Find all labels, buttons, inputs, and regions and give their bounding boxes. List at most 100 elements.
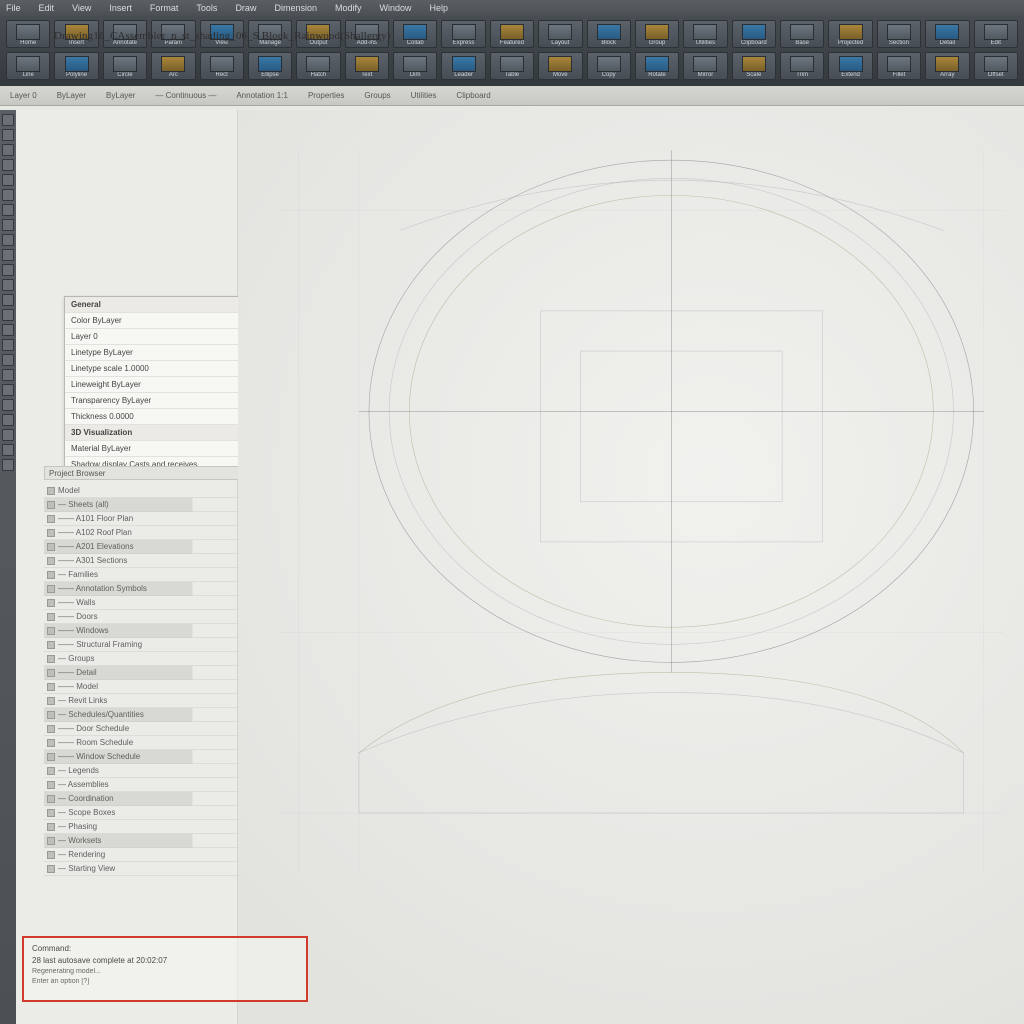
properties-row[interactable]: Lineweight ByLayer xyxy=(65,377,251,393)
opt-lineweight[interactable]: ByLayer xyxy=(106,91,135,100)
browser-node[interactable]: — Groups xyxy=(44,652,256,666)
opt-color[interactable]: ByLayer xyxy=(57,91,86,100)
ribbon-button-section[interactable]: Section xyxy=(877,20,921,48)
menu-file[interactable]: File xyxy=(6,3,21,13)
ribbon-button-utilities[interactable]: Utilities xyxy=(683,20,727,48)
ribbon-button-featured[interactable]: Featured xyxy=(490,20,534,48)
ribbon-button-layout[interactable]: Layout xyxy=(538,20,582,48)
opt-properties[interactable]: Properties xyxy=(308,91,344,100)
browser-node[interactable]: — Revit Links xyxy=(44,694,256,708)
tool-slot-12[interactable] xyxy=(2,294,14,306)
ribbon-button-collab[interactable]: Collab xyxy=(393,20,437,48)
browser-node[interactable]: — Legends xyxy=(44,764,256,778)
browser-node[interactable]: — Schedules/Quantities xyxy=(44,708,256,722)
tool-slot-23[interactable] xyxy=(2,459,14,471)
browser-node[interactable]: — Scope Boxes xyxy=(44,806,256,820)
properties-row[interactable]: Material ByLayer xyxy=(65,441,251,457)
browser-node[interactable]: — Phasing xyxy=(44,820,256,834)
ribbon-button-move[interactable]: Move xyxy=(538,52,582,80)
menu-tools[interactable]: Tools xyxy=(196,3,217,13)
browser-node[interactable]: — Families xyxy=(44,568,256,582)
browser-node[interactable]: —— A101 Floor Plan xyxy=(44,512,256,526)
ribbon-button-array[interactable]: Array xyxy=(925,52,969,80)
menu-view[interactable]: View xyxy=(72,3,91,13)
ribbon-button-hatch[interactable]: Hatch xyxy=(296,52,340,80)
opt-linetype[interactable]: — Continuous — xyxy=(155,91,216,100)
ribbon-button-group[interactable]: Group xyxy=(635,20,679,48)
tool-slot-13[interactable] xyxy=(2,309,14,321)
browser-node[interactable]: —— Room Schedule xyxy=(44,736,256,750)
opt-utilities[interactable]: Utilities xyxy=(411,91,437,100)
ribbon-button-base[interactable]: Base xyxy=(780,20,824,48)
menu-window[interactable]: Window xyxy=(380,3,412,13)
ribbon-button-extend[interactable]: Extend xyxy=(828,52,872,80)
ribbon-button-rotate[interactable]: Rotate xyxy=(635,52,679,80)
browser-node[interactable]: — Worksets xyxy=(44,834,256,848)
ribbon-button-mirror[interactable]: Mirror xyxy=(683,52,727,80)
menu-insert[interactable]: Insert xyxy=(109,3,132,13)
ribbon-button-offset[interactable]: Offset xyxy=(974,52,1018,80)
tool-slot-10[interactable] xyxy=(2,264,14,276)
tool-slot-21[interactable] xyxy=(2,429,14,441)
ribbon-button-text[interactable]: Text xyxy=(345,52,389,80)
ribbon-button-home[interactable]: Home xyxy=(6,20,50,48)
ribbon-button-polyline[interactable]: Polyline xyxy=(54,52,98,80)
tool-slot-7[interactable] xyxy=(2,219,14,231)
ribbon-button-block[interactable]: Block xyxy=(587,20,631,48)
tool-slot-2[interactable] xyxy=(2,144,14,156)
opt-annoscale[interactable]: Annotation 1:1 xyxy=(236,91,288,100)
command-line-panel[interactable]: Command: 28 last autosave complete at 20… xyxy=(22,936,308,1002)
browser-node[interactable]: —— Walls xyxy=(44,596,256,610)
tool-slot-16[interactable] xyxy=(2,354,14,366)
properties-row[interactable]: Color ByLayer xyxy=(65,313,251,329)
browser-node[interactable]: —— Annotation Symbols xyxy=(44,582,256,596)
tool-slot-18[interactable] xyxy=(2,384,14,396)
browser-node[interactable]: —— Window Schedule xyxy=(44,750,256,764)
ribbon-button-line[interactable]: Line xyxy=(6,52,50,80)
browser-node[interactable]: — Rendering xyxy=(44,848,256,862)
tool-slot-20[interactable] xyxy=(2,414,14,426)
browser-node[interactable]: — Sheets (all) xyxy=(44,498,256,512)
browser-node[interactable]: — Coordination xyxy=(44,792,256,806)
ribbon-button-projected[interactable]: Projected xyxy=(828,20,872,48)
ribbon-button-dim[interactable]: Dim xyxy=(393,52,437,80)
ribbon-button-fillet[interactable]: Fillet xyxy=(877,52,921,80)
properties-row[interactable]: Linetype scale 1.0000 xyxy=(65,361,251,377)
ribbon-button-detail[interactable]: Detail xyxy=(925,20,969,48)
menu-format[interactable]: Format xyxy=(150,3,179,13)
browser-node[interactable]: —— Structural Framing xyxy=(44,638,256,652)
tool-slot-14[interactable] xyxy=(2,324,14,336)
tool-slot-4[interactable] xyxy=(2,174,14,186)
project-browser[interactable]: Project Browser Model— Sheets (all)—— A1… xyxy=(44,466,256,934)
ribbon-button-scale[interactable]: Scale xyxy=(732,52,776,80)
properties-row[interactable]: Thickness 0.0000 xyxy=(65,409,251,425)
drawing-canvas[interactable] xyxy=(238,110,1024,1024)
menu-draw[interactable]: Draw xyxy=(235,3,256,13)
ribbon-button-arc[interactable]: Arc xyxy=(151,52,195,80)
menu-edit[interactable]: Edit xyxy=(39,3,55,13)
browser-node[interactable]: — Starting View xyxy=(44,862,256,876)
tool-slot-17[interactable] xyxy=(2,369,14,381)
ribbon-button-table[interactable]: Table xyxy=(490,52,534,80)
ribbon-button-rect[interactable]: Rect xyxy=(200,52,244,80)
tool-slot-0[interactable] xyxy=(2,114,14,126)
browser-node[interactable]: —— A102 Roof Plan xyxy=(44,526,256,540)
browser-node[interactable]: —— A201 Elevations xyxy=(44,540,256,554)
tool-slot-3[interactable] xyxy=(2,159,14,171)
menu-help[interactable]: Help xyxy=(430,3,449,13)
properties-row[interactable]: Layer 0 xyxy=(65,329,251,345)
properties-row[interactable]: Linetype ByLayer xyxy=(65,345,251,361)
project-browser-header[interactable]: Project Browser xyxy=(44,466,256,480)
ribbon-button-edit[interactable]: Edit xyxy=(974,20,1018,48)
opt-groups[interactable]: Groups xyxy=(364,91,390,100)
tool-slot-15[interactable] xyxy=(2,339,14,351)
tool-slot-8[interactable] xyxy=(2,234,14,246)
opt-clipboard[interactable]: Clipboard xyxy=(456,91,490,100)
browser-node[interactable]: —— Detail xyxy=(44,666,256,680)
tool-slot-6[interactable] xyxy=(2,204,14,216)
browser-node[interactable]: —— Windows xyxy=(44,624,256,638)
opt-layer[interactable]: Layer 0 xyxy=(10,91,37,100)
menu-modify[interactable]: Modify xyxy=(335,3,362,13)
ribbon-button-trim[interactable]: Trim xyxy=(780,52,824,80)
ribbon-button-circle[interactable]: Circle xyxy=(103,52,147,80)
